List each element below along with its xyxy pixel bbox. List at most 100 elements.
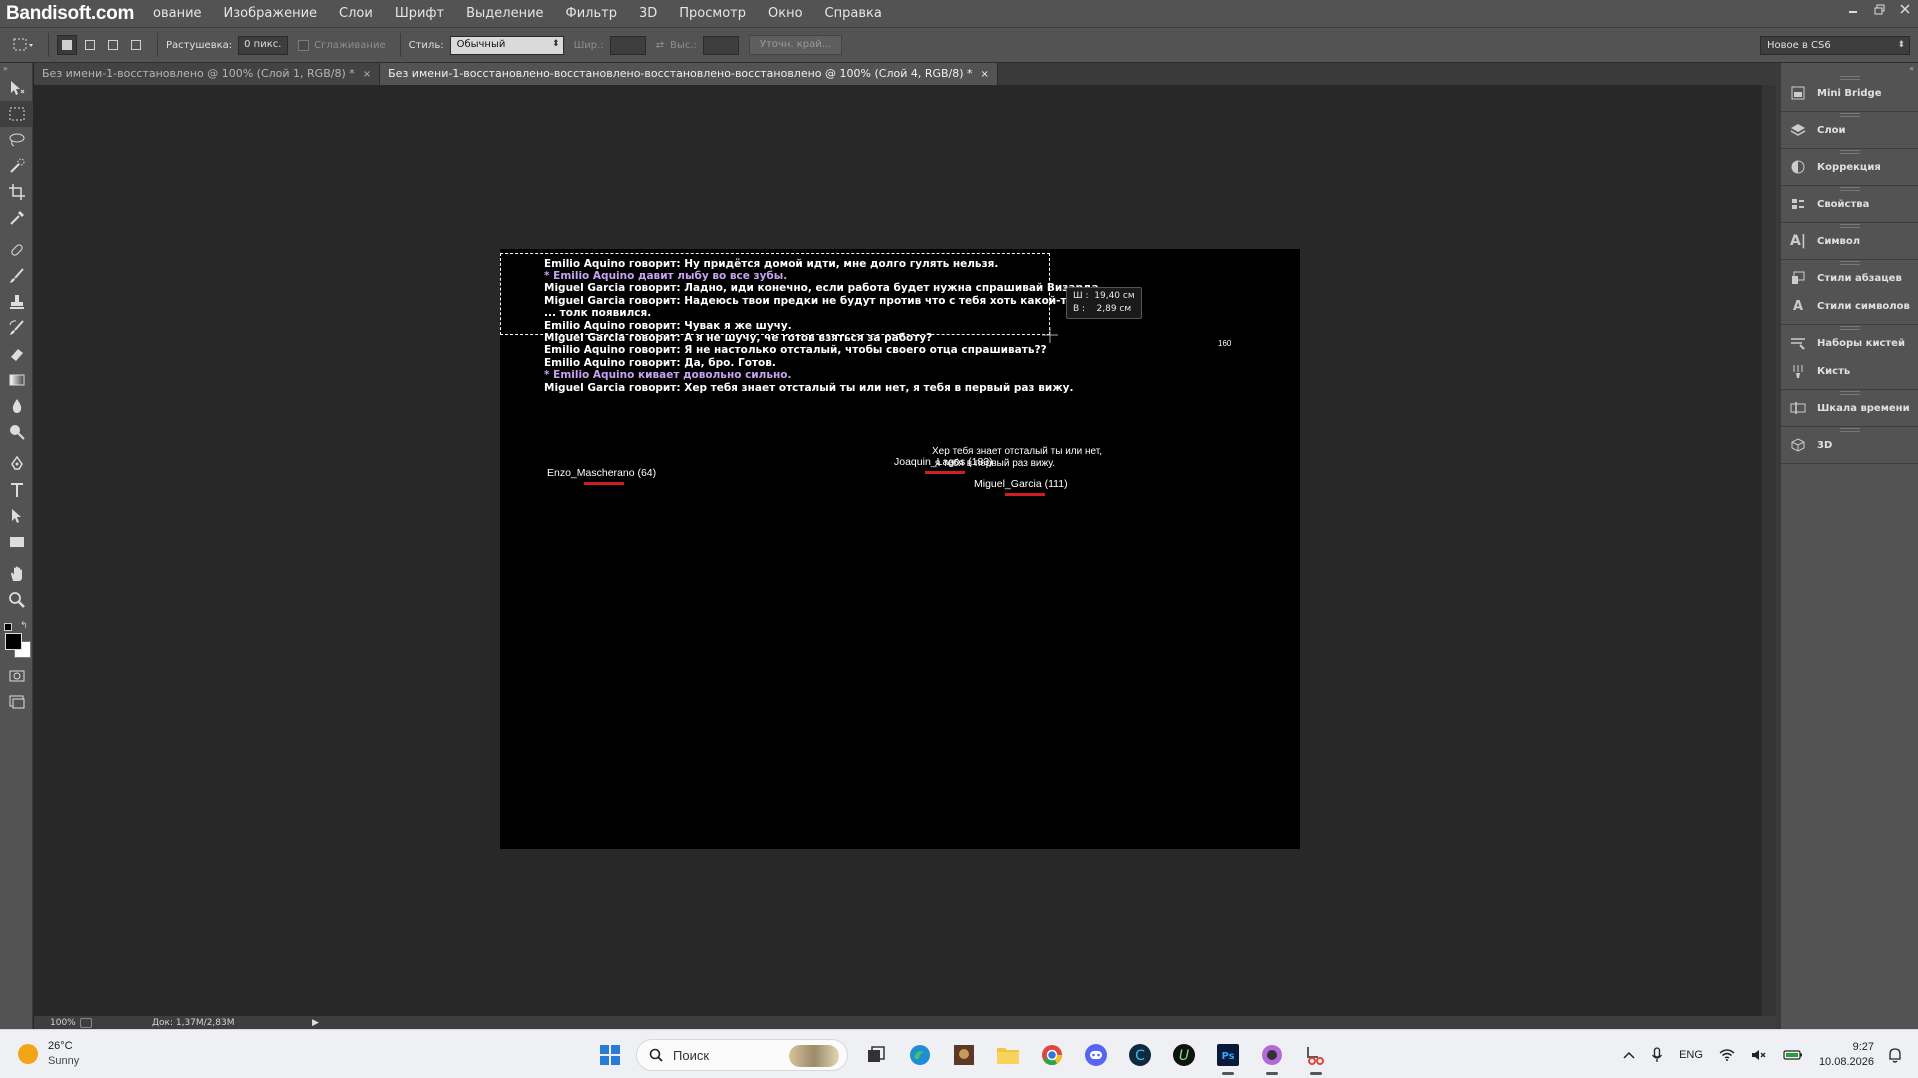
panel-brush[interactable]: Кисть [1781, 357, 1918, 385]
close-tab-icon[interactable]: × [981, 69, 989, 80]
swap-colors-icon[interactable]: ↰ [20, 621, 28, 631]
antialias-checkbox[interactable] [298, 39, 310, 51]
default-colors-icon[interactable] [4, 623, 12, 631]
add-selection-button[interactable] [80, 35, 100, 55]
clock[interactable]: 9:27 10.08.2026 [1819, 1040, 1874, 1070]
refine-edge-button[interactable]: Уточн. край... [748, 35, 843, 55]
language-indicator[interactable]: ENG [1679, 1049, 1703, 1061]
feather-input[interactable]: 0 пикс. [238, 35, 289, 55]
tab-document-2[interactable]: Без имени-1-восстановлено-восстановлено-… [380, 63, 998, 85]
chrome-app[interactable] [1034, 1037, 1070, 1073]
quick-select-tool[interactable] [0, 153, 33, 179]
panel-character-styles[interactable]: A Стили символов [1781, 292, 1918, 320]
file-explorer-app[interactable] [990, 1037, 1026, 1073]
hand-tool[interactable] [0, 561, 33, 587]
panel-properties[interactable]: Свойства [1781, 190, 1918, 218]
selection-marquee[interactable] [500, 253, 1050, 335]
height-input[interactable] [702, 35, 739, 55]
menu-view[interactable]: Просмотр [668, 0, 757, 27]
minimize-button[interactable] [1840, 0, 1866, 18]
game-app[interactable] [946, 1037, 982, 1073]
collapse-toolbar-icon[interactable]: » [0, 63, 32, 75]
width-input[interactable] [609, 35, 646, 55]
work-area[interactable]: Emilio Aquino говорит: Ну придётся домой… [34, 85, 1776, 1016]
unity-app[interactable]: U [1166, 1037, 1202, 1073]
volume-button[interactable] [1751, 1049, 1767, 1061]
panel-mini-bridge[interactable]: Mini Bridge [1781, 79, 1918, 107]
menu-window[interactable]: Окно [757, 0, 814, 27]
panel-timeline[interactable]: Шкала времени [1781, 394, 1918, 422]
quick-mask-button[interactable] [0, 663, 33, 689]
brush-tool[interactable] [0, 263, 33, 289]
discord-app[interactable] [1078, 1037, 1114, 1073]
snipping-app[interactable] [1298, 1037, 1334, 1075]
swap-icon[interactable]: ⇄ [656, 40, 664, 51]
chat-line: Miguel Garcia говорит: Хер тебя знает от… [544, 382, 1074, 394]
healing-brush-tool[interactable] [0, 237, 33, 263]
taskbar-search[interactable]: Поиск [636, 1039, 848, 1071]
menu-select[interactable]: Выделение [455, 0, 554, 27]
lasso-tool[interactable] [0, 127, 33, 153]
zoom-tool[interactable] [0, 587, 33, 613]
pen-tool[interactable] [0, 451, 33, 477]
media-app[interactable] [1254, 1037, 1290, 1075]
tab-document-1[interactable]: Без имени-1-восстановлено @ 100% (Слой 1… [34, 63, 381, 85]
panel-3d[interactable]: 3D [1781, 431, 1918, 459]
task-view-button[interactable] [858, 1037, 894, 1073]
status-icon[interactable] [80, 1017, 92, 1028]
menu-layers[interactable]: Слои [328, 0, 384, 27]
close-tab-icon[interactable]: × [363, 69, 371, 80]
style-select[interactable]: Обычный [449, 35, 564, 55]
panel-brush-presets[interactable]: Наборы кистей [1781, 329, 1918, 357]
crop-tool[interactable] [0, 179, 33, 205]
zoom-level[interactable]: 100% [34, 1018, 76, 1028]
start-button[interactable] [592, 1037, 628, 1073]
battery-button[interactable] [1783, 1049, 1803, 1061]
menu-filter[interactable]: Фильтр [555, 0, 628, 27]
foreground-color-swatch[interactable] [5, 633, 22, 650]
show-hidden-icons-button[interactable] [1623, 1051, 1635, 1059]
eyedropper-tool[interactable] [0, 205, 33, 231]
panel-character[interactable]: A| Символ [1781, 227, 1918, 255]
panel-paragraph-styles[interactable]: Стили абзацев [1781, 264, 1918, 292]
workspace-select[interactable]: Новое в CS6 [1760, 36, 1910, 55]
gradient-tool[interactable] [0, 367, 33, 393]
edge-app[interactable] [902, 1037, 938, 1073]
subtract-selection-button[interactable] [103, 35, 123, 55]
weather-widget[interactable]: 26°C Sunny [18, 1039, 79, 1069]
panel-layers[interactable]: Слои [1781, 116, 1918, 144]
microphone-button[interactable] [1651, 1046, 1663, 1063]
menu-image[interactable]: Изображение [213, 0, 328, 27]
blur-tool[interactable] [0, 393, 33, 419]
nickname-miguel: Miguel_Garcia (111) [974, 478, 1068, 490]
chat-line: Emilio Aquino говорит: Я не настолько от… [544, 344, 1047, 356]
intersect-selection-button[interactable] [126, 35, 146, 55]
restore-button[interactable] [1866, 0, 1892, 18]
history-brush-tool[interactable] [0, 315, 33, 341]
notifications-button[interactable] [1888, 1047, 1902, 1063]
eraser-tool[interactable] [0, 341, 33, 367]
menu-help[interactable]: Справка [814, 0, 893, 27]
cursor-app[interactable]: C [1122, 1037, 1158, 1073]
move-tool[interactable] [0, 75, 33, 101]
document-canvas[interactable]: Emilio Aquino говорит: Ну придётся домой… [500, 249, 1300, 849]
screen-mode-button[interactable] [0, 689, 33, 715]
photoshop-app[interactable]: Ps [1210, 1037, 1246, 1075]
rect-marquee-tool[interactable] [0, 101, 33, 127]
menu-edit[interactable]: ование [142, 0, 213, 27]
dodge-tool[interactable] [0, 419, 33, 445]
close-button[interactable] [1892, 0, 1918, 18]
path-select-tool[interactable] [0, 503, 33, 529]
new-selection-button[interactable] [57, 35, 77, 55]
panel-adjustments[interactable]: Коррекция [1781, 153, 1918, 181]
type-tool[interactable] [0, 477, 33, 503]
tool-preset-picker[interactable] [8, 32, 40, 58]
vertical-scrollbar[interactable] [1761, 85, 1776, 1016]
menu-3d[interactable]: 3D [628, 0, 668, 27]
status-menu-arrow-icon[interactable]: ▶ [312, 1018, 319, 1028]
collapse-dock-icon[interactable]: « [1781, 63, 1918, 75]
wifi-button[interactable] [1719, 1048, 1735, 1061]
rectangle-tool[interactable] [0, 529, 33, 555]
clone-stamp-tool[interactable] [0, 289, 33, 315]
menu-type[interactable]: Шрифт [384, 0, 455, 27]
